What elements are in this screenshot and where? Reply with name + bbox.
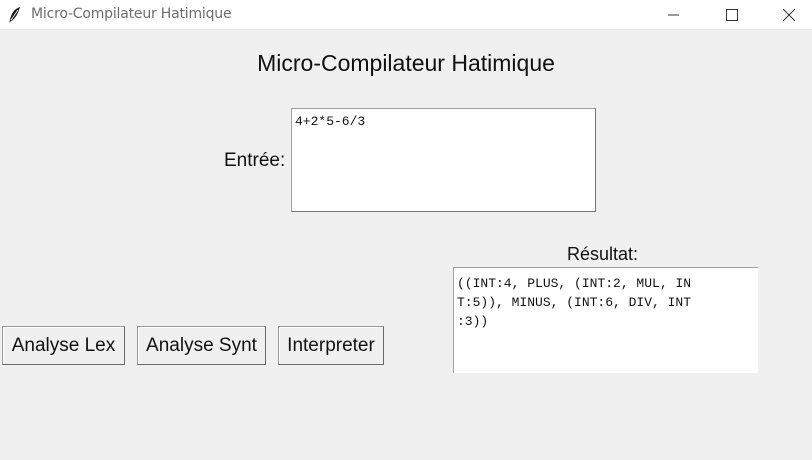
minimize-icon — [668, 14, 679, 16]
close-icon — [783, 9, 795, 21]
interpreter-button[interactable]: Interpreter — [278, 326, 384, 365]
maximize-icon — [726, 9, 738, 21]
close-button[interactable] — [766, 0, 812, 30]
window-title: Micro-Compilateur Hatimique — [31, 6, 232, 22]
minimize-button[interactable] — [651, 0, 697, 30]
page-title: Micro-Compilateur Hatimique — [257, 50, 555, 76]
analyse-synt-button[interactable]: Analyse Synt — [137, 326, 266, 365]
maximize-button[interactable] — [709, 0, 755, 30]
result-label: Résultat: — [567, 244, 639, 264]
expression-input[interactable]: 4+2*5-6/3 — [291, 108, 596, 212]
analyse-lex-button[interactable]: Analyse Lex — [2, 326, 125, 365]
feather-icon — [8, 6, 22, 24]
title-bar: Micro-Compilateur Hatimique — [0, 0, 812, 30]
result-output[interactable]: ((INT:4, PLUS, (INT:2, MUL, IN T:5)), MI… — [453, 267, 758, 373]
input-label: Entrée: — [224, 150, 286, 171]
